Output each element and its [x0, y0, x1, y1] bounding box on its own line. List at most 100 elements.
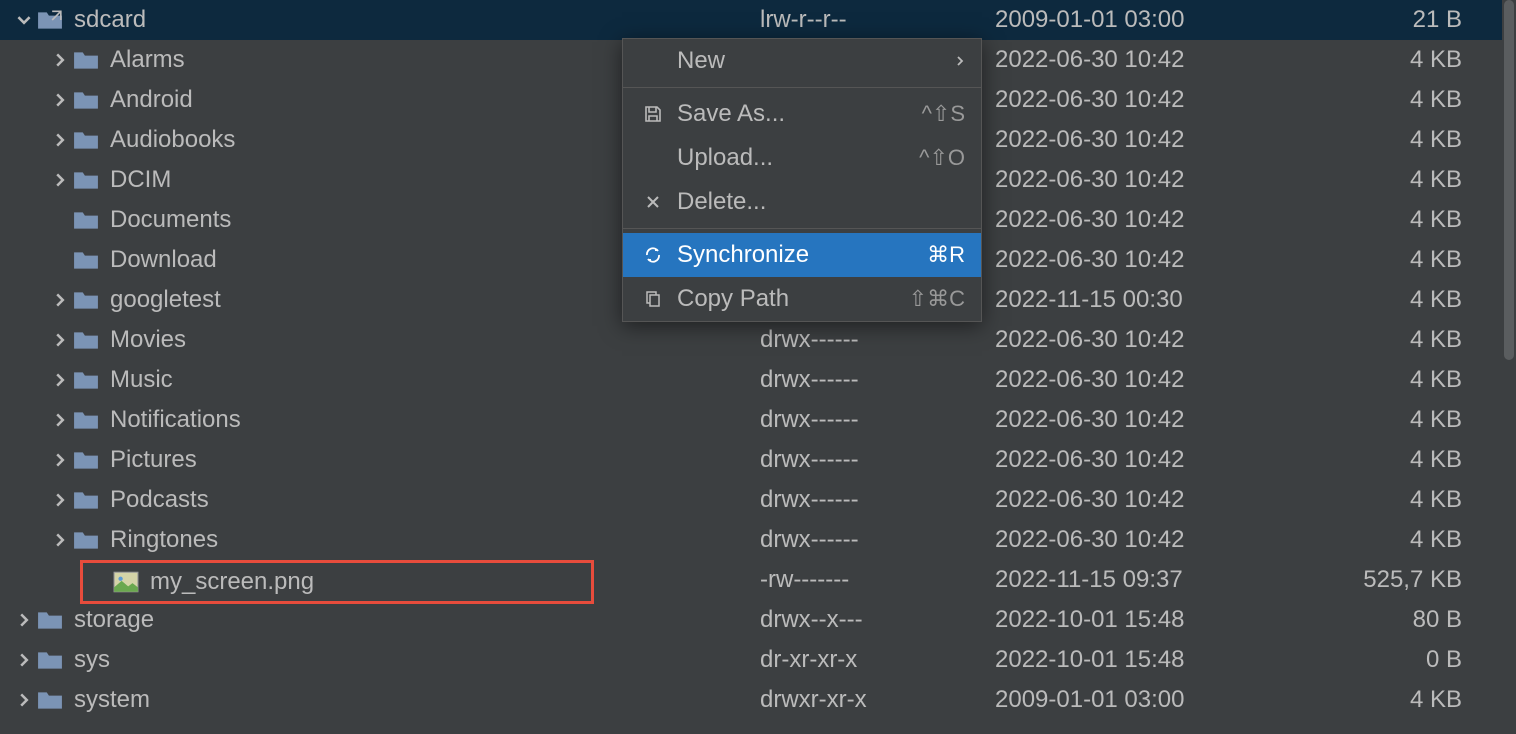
date: 2022-10-01 15:48: [995, 646, 1305, 674]
menu-label: Upload...: [677, 144, 919, 172]
chevron-right-icon[interactable]: [48, 168, 72, 192]
folder-icon: [72, 406, 100, 434]
permissions: drwx------: [760, 326, 995, 354]
size: 4 KB: [1305, 206, 1504, 234]
chevron-right-icon[interactable]: [12, 608, 36, 632]
file-name: Music: [110, 366, 173, 394]
tree-row[interactable]: Ringtones drwx------2022-06-30 10:424 KB: [0, 520, 1516, 560]
folder-icon: [72, 366, 100, 394]
tree-row[interactable]: storagedrwx--x---2022-10-01 15:4880 B: [0, 600, 1516, 640]
size: 21 B: [1305, 6, 1504, 34]
tree-row[interactable]: sysdr-xr-xr-x2022-10-01 15:480 B: [0, 640, 1516, 680]
file-name: Download: [110, 246, 217, 274]
chevron-right-icon: [955, 54, 965, 68]
chevron-right-icon[interactable]: [48, 288, 72, 312]
permissions: drwx------: [760, 486, 995, 514]
menu-item-synchronize[interactable]: Synchronize⌘R: [623, 233, 981, 277]
size: 4 KB: [1305, 286, 1504, 314]
folder-icon: [72, 166, 100, 194]
file-name: sdcard: [74, 6, 146, 34]
menu-item-delete[interactable]: Delete...: [623, 180, 981, 224]
date: 2022-06-30 10:42: [995, 246, 1305, 274]
save-icon: [639, 104, 667, 124]
tree-row[interactable]: Music drwx------2022-06-30 10:424 KB: [0, 360, 1516, 400]
size: 4 KB: [1305, 486, 1504, 514]
size: 4 KB: [1305, 86, 1504, 114]
size: 4 KB: [1305, 406, 1504, 434]
menu-shortcut: ^⇧O: [919, 145, 965, 171]
date: 2022-06-30 10:42: [995, 406, 1305, 434]
tree-row[interactable]: Podcastsdrwx------2022-06-30 10:424 KB: [0, 480, 1516, 520]
chevron-right-icon[interactable]: [12, 648, 36, 672]
date: 2009-01-01 03:00: [995, 6, 1305, 34]
sync-icon: [639, 245, 667, 265]
permissions: drwx------: [760, 526, 995, 554]
menu-label: Save As...: [677, 100, 922, 128]
date: 2022-10-01 15:48: [995, 606, 1305, 634]
size: 4 KB: [1305, 366, 1504, 394]
size: 0 B: [1305, 646, 1504, 674]
date: 2022-06-30 10:42: [995, 446, 1305, 474]
close-icon: [639, 192, 667, 212]
size: 4 KB: [1305, 686, 1504, 714]
menu-label: New: [677, 47, 955, 75]
chevron-right-icon[interactable]: [48, 528, 72, 552]
chevron-right-icon[interactable]: [48, 448, 72, 472]
folder-icon: [36, 646, 64, 674]
tree-row[interactable]: Notificationsdrwx------2022-06-30 10:424…: [0, 400, 1516, 440]
permissions: drwxr-xr-x: [760, 686, 995, 714]
menu-shortcut: ⇧⌘C: [909, 286, 965, 312]
scrollbar-track[interactable]: [1502, 0, 1516, 734]
folder-icon: [72, 486, 100, 514]
context-menu: NewSave As...^⇧SUpload...^⇧ODelete...Syn…: [622, 38, 982, 322]
permissions: drwx------: [760, 366, 995, 394]
file-name: DCIM: [110, 166, 171, 194]
menu-item-save-as[interactable]: Save As...^⇧S: [623, 92, 981, 136]
folder-icon: [72, 526, 100, 554]
copy-icon: [639, 289, 667, 309]
tree-row[interactable]: Moviesdrwx------2022-06-30 10:424 KB: [0, 320, 1516, 360]
menu-item-upload[interactable]: Upload...^⇧O: [623, 136, 981, 180]
folder-link-icon: [36, 6, 64, 34]
file-name: Documents: [110, 206, 231, 234]
chevron-right-icon[interactable]: [48, 128, 72, 152]
menu-item-new[interactable]: New: [623, 39, 981, 83]
chevron-right-icon[interactable]: [48, 88, 72, 112]
chevron-right-icon[interactable]: [48, 328, 72, 352]
file-name: Ringtones: [110, 526, 218, 554]
menu-shortcut: ^⇧S: [922, 101, 965, 127]
menu-item-copy-path[interactable]: Copy Path⇧⌘C: [623, 277, 981, 321]
tree-row[interactable]: Picturesdrwx------2022-06-30 10:424 KB: [0, 440, 1516, 480]
permissions: drwx------: [760, 446, 995, 474]
date: 2022-06-30 10:42: [995, 326, 1305, 354]
menu-separator: [623, 87, 981, 88]
tree-row[interactable]: systemdrwxr-xr-x2009-01-01 03:004 KB: [0, 680, 1516, 720]
folder-icon: [72, 86, 100, 114]
folder-icon: [72, 246, 100, 274]
tree-row[interactable]: sdcardlrw-r--r--2009-01-01 03:0021 B: [0, 0, 1516, 40]
size: 4 KB: [1305, 326, 1504, 354]
date: 2022-06-30 10:42: [995, 366, 1305, 394]
chevron-right-icon[interactable]: [48, 488, 72, 512]
size: 525,7 KB: [1305, 566, 1504, 594]
highlighted-row[interactable]: my_screen.png: [80, 560, 594, 604]
chevron-right-icon[interactable]: [48, 408, 72, 432]
chevron-right-icon[interactable]: [12, 688, 36, 712]
date: 2022-06-30 10:42: [995, 526, 1305, 554]
permissions: drwx--x---: [760, 606, 995, 634]
date: 2022-06-30 10:42: [995, 86, 1305, 114]
file-name: Alarms: [110, 46, 185, 74]
chevron-down-icon[interactable]: [12, 8, 36, 32]
chevron-right-icon[interactable]: [48, 48, 72, 72]
scrollbar-thumb[interactable]: [1504, 0, 1514, 360]
file-name: storage: [74, 606, 154, 634]
menu-label: Copy Path: [677, 285, 909, 313]
size: 4 KB: [1305, 166, 1504, 194]
size: 4 KB: [1305, 526, 1504, 554]
chevron-right-icon[interactable]: [48, 368, 72, 392]
file-name: Podcasts: [110, 486, 209, 514]
file-name: Notifications: [110, 406, 241, 434]
menu-shortcut: ⌘R: [927, 242, 965, 268]
date: 2009-01-01 03:00: [995, 686, 1305, 714]
image-file-icon: [112, 568, 140, 596]
